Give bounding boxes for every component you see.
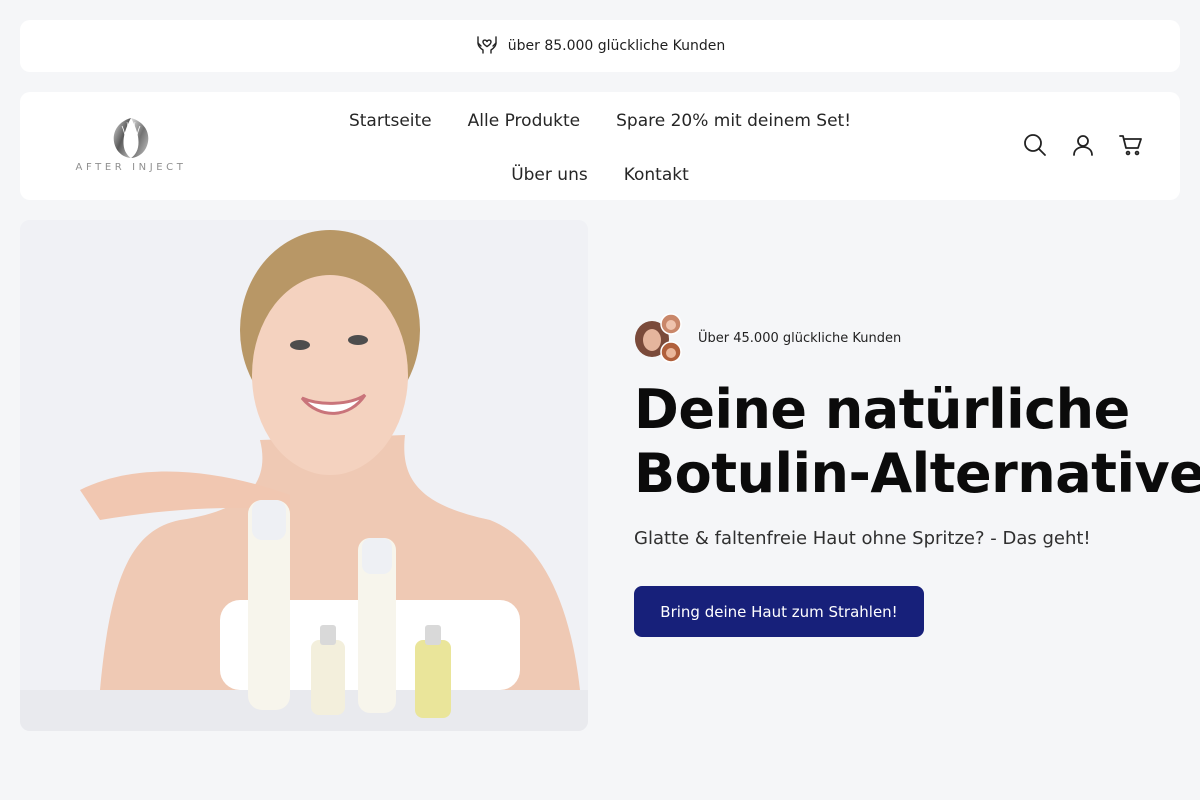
logo-mark-icon — [113, 118, 149, 159]
nav-item-startseite[interactable]: Startseite — [331, 104, 450, 138]
logo[interactable]: AFTER INJECT — [72, 116, 190, 176]
site-header: AFTER INJECT Startseite Alle Produkte Sp… — [20, 92, 1180, 200]
main-nav: Startseite Alle Produkte Spare 20% mit d… — [330, 104, 870, 192]
social-proof-text: Über 45.000 glückliche Kunden — [698, 330, 902, 346]
announcement-bar: über 85.000 glückliche Kunden — [20, 20, 1180, 72]
social-proof: Über 45.000 glückliche Kunden — [634, 313, 901, 363]
hero-headline: Deine natürliche Botulin-Alternative — [634, 378, 1200, 506]
hero-image — [20, 220, 588, 731]
avatar — [660, 313, 682, 335]
announcement-text: über 85.000 glückliche Kunden — [507, 38, 726, 54]
account-icon[interactable] — [1070, 132, 1096, 158]
nav-item-ueber-uns[interactable]: Über uns — [493, 158, 606, 192]
avatar — [660, 341, 682, 363]
cart-icon[interactable] — [1118, 132, 1144, 158]
nav-item-set-offer[interactable]: Spare 20% mit deinem Set! — [598, 104, 869, 138]
headline-line-1: Deine natürliche — [634, 378, 1130, 441]
customer-avatars — [634, 313, 682, 363]
hero-subline: Glatte & faltenfreie Haut ohne Spritze? … — [634, 528, 1091, 549]
cta-button[interactable]: Bring deine Haut zum Strahlen! — [634, 586, 924, 637]
headline-line-2: Botulin-Alternative — [634, 442, 1200, 505]
logo-text: AFTER INJECT — [75, 162, 187, 173]
heart-hands-icon — [475, 32, 499, 60]
search-icon[interactable] — [1022, 132, 1048, 158]
nav-item-alle-produkte[interactable]: Alle Produkte — [450, 104, 598, 138]
header-icons — [1022, 132, 1144, 158]
nav-item-kontakt[interactable]: Kontakt — [606, 158, 707, 192]
